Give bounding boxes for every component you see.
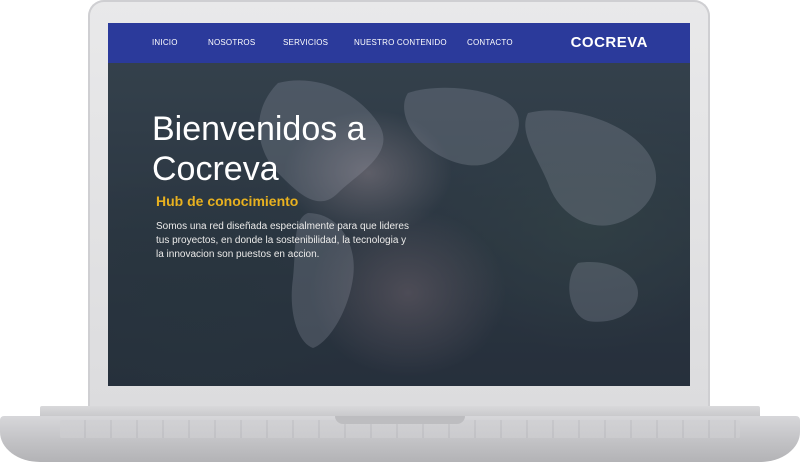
laptop-screen: INICIO NOSOTROS SERVICIOS NUESTRO CONTEN…	[108, 23, 690, 386]
hero-title: Bienvenidos a Cocreva	[152, 110, 366, 188]
hero-subtitle: Hub de conocimiento	[156, 193, 299, 209]
hero-description: Somos una red diseñada especialmente par…	[156, 221, 409, 260]
nav-item-inicio[interactable]: INICIO	[152, 23, 178, 63]
top-navigation: INICIO NOSOTROS SERVICIOS NUESTRO CONTEN…	[108, 23, 690, 63]
brand-logo[interactable]: COCREVA	[571, 23, 648, 63]
nav-item-servicios[interactable]: SERVICIOS	[283, 23, 328, 63]
nav-item-nuestro-contenido[interactable]: NUESTRO CONTENIDO	[354, 23, 447, 63]
laptop-opening-notch	[335, 416, 465, 424]
nav-item-nosotros[interactable]: NOSOTROS	[208, 23, 255, 63]
nav-item-contacto[interactable]: CONTACTO	[467, 23, 513, 63]
